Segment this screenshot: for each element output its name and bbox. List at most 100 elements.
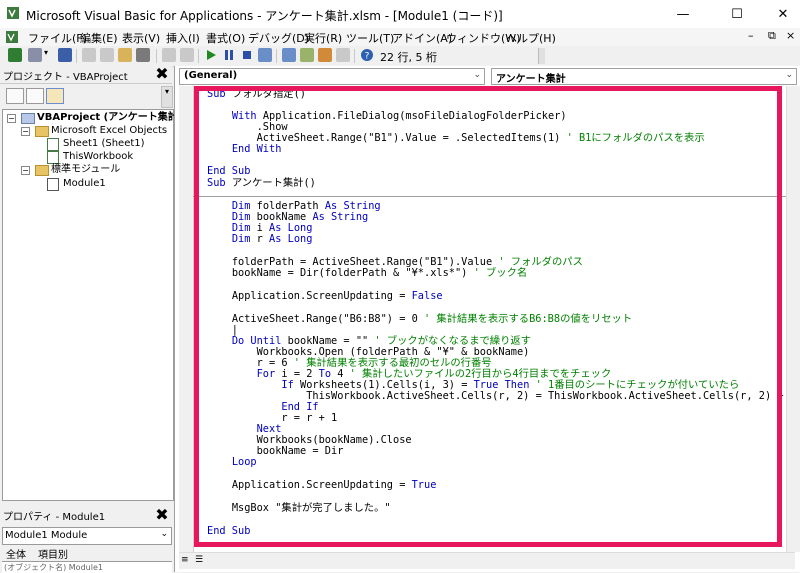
tab-alphabetic[interactable]: 全体 bbox=[6, 546, 26, 561]
undo-icon[interactable] bbox=[162, 48, 176, 62]
code-line: bookName = Dir(folderPath & "¥*.xls*") '… bbox=[231, 267, 528, 279]
maximize-button[interactable]: ☐ bbox=[714, 0, 760, 28]
tab-categorized[interactable]: 項目別 bbox=[38, 546, 68, 561]
properties-panel-close-icon[interactable]: ✖ bbox=[154, 507, 170, 523]
object-browser-icon[interactable] bbox=[318, 48, 332, 62]
tree-item-vbaproject[interactable]: VBAProject (アンケート集計.x bbox=[37, 111, 188, 124]
code-line: Application.ScreenUpdating = True bbox=[231, 479, 437, 491]
tree-item-module1[interactable]: Module1 bbox=[63, 177, 106, 190]
tree-item-standard-modules[interactable]: 標準モジュール bbox=[51, 163, 120, 176]
object-combo[interactable]: (General) ⌄ bbox=[179, 68, 485, 85]
code-line: Dim r As Long bbox=[231, 233, 313, 245]
properties-grid: (オブジェクト名) Module1 bbox=[2, 561, 172, 573]
full-module-view-icon[interactable]: ☰ bbox=[195, 555, 203, 565]
properties-panel-title: プロパティ - Module1 bbox=[3, 512, 106, 523]
toolbox-icon[interactable] bbox=[336, 48, 350, 62]
code-editor[interactable]: Sub フォルダ指定() With Application.FileDialog… bbox=[179, 86, 796, 552]
code-line: Sub フォルダ指定() bbox=[207, 88, 306, 100]
pause-icon[interactable] bbox=[222, 48, 236, 62]
minimize-button[interactable]: — bbox=[660, 0, 706, 28]
toolbar-separator bbox=[156, 49, 157, 63]
properties-panel-header: プロパティ - Module1 ✖ bbox=[0, 505, 172, 523]
tree-item-sheet1[interactable]: Sheet1 (Sheet1) bbox=[63, 137, 145, 150]
save-icon[interactable] bbox=[58, 48, 72, 62]
project-tree: − VBAProject (アンケート集計.x − Microsoft Exce… bbox=[2, 109, 188, 501]
menu-debug[interactable]: デバッグ(D) bbox=[248, 30, 309, 46]
procedure-view-icon[interactable]: ≡ bbox=[181, 555, 189, 565]
vertical-scrollbar[interactable] bbox=[786, 86, 800, 552]
mdi-minimize-button[interactable]: – bbox=[748, 29, 754, 42]
insert-userform-icon[interactable] bbox=[28, 48, 42, 62]
cursor-position: 22 行, 5 桁 bbox=[380, 51, 437, 64]
chevron-down-icon: ⌄ bbox=[160, 529, 168, 539]
project-panel-toolbar: ▾ bbox=[0, 84, 173, 108]
horizontal-scrollbar[interactable]: ≡ ☰ bbox=[179, 552, 795, 569]
project-panel-title: プロジェクト - VBAProject bbox=[3, 72, 128, 83]
vba-menu-icon[interactable] bbox=[6, 31, 18, 43]
find-icon[interactable] bbox=[136, 48, 150, 62]
menu-tools[interactable]: ツール(T) bbox=[346, 30, 394, 46]
excel-view-icon[interactable] bbox=[8, 48, 22, 62]
help-icon[interactable]: ? bbox=[360, 48, 374, 62]
toolbar-separator bbox=[198, 49, 199, 63]
menu-run[interactable]: 実行(R) bbox=[304, 30, 342, 46]
code-line: MsgBox "集計が完了しました。" bbox=[231, 502, 391, 514]
redo-icon[interactable] bbox=[180, 48, 194, 62]
collapse-icon[interactable]: − bbox=[21, 127, 30, 136]
menu-bar: ファイル(F) 編集(E) 表示(V) 挿入(I) 書式(O) デバッグ(D) … bbox=[0, 28, 800, 46]
tree-item-thisworkbook[interactable]: ThisWorkbook bbox=[63, 150, 133, 163]
title-bar: Microsoft Visual Basic for Applications … bbox=[0, 0, 800, 29]
properties-window-icon[interactable] bbox=[300, 48, 314, 62]
procedure-separator bbox=[193, 196, 789, 197]
menu-format[interactable]: 書式(O) bbox=[206, 30, 245, 46]
panel-scroll-icon[interactable]: ▾ bbox=[161, 86, 173, 108]
maximize-icon: ☐ bbox=[731, 6, 743, 22]
mdi-close-button[interactable]: × bbox=[786, 29, 795, 42]
copy-icon[interactable] bbox=[100, 48, 114, 62]
code-line: Application.ScreenUpdating = False bbox=[231, 290, 443, 302]
svg-text:?: ? bbox=[365, 52, 370, 62]
run-icon[interactable] bbox=[204, 48, 218, 62]
code-line: Sub アンケート集計() bbox=[207, 177, 316, 189]
procedure-combo[interactable]: アンケート集計 ⌄ bbox=[491, 68, 797, 85]
reset-icon[interactable] bbox=[240, 48, 254, 62]
toolbar-separator bbox=[354, 49, 355, 63]
code-line: ActiveSheet.Range("B1").Value = .Selecte… bbox=[256, 132, 705, 144]
cut-icon[interactable] bbox=[82, 48, 96, 62]
procedure-combo-value: アンケート集計 bbox=[496, 74, 566, 85]
folder-icon bbox=[35, 165, 49, 176]
code-line: End With bbox=[231, 143, 282, 155]
collapse-icon[interactable]: − bbox=[7, 114, 16, 123]
properties-grid-row[interactable]: (オブジェクト名) Module1 bbox=[4, 562, 164, 572]
properties-tabs: 全体 項目別 bbox=[2, 544, 172, 561]
toggle-folders-icon[interactable] bbox=[46, 88, 64, 104]
standard-toolbar: ▾ ? 22 行, 5 桁 bbox=[0, 46, 545, 67]
code-line: End Sub bbox=[207, 165, 251, 177]
toolbar-options-handle[interactable] bbox=[538, 48, 545, 64]
menu-help[interactable]: ヘルプ(H) bbox=[506, 30, 556, 46]
window-title: Microsoft Visual Basic for Applications … bbox=[26, 9, 503, 23]
mdi-restore-button[interactable]: ⧉ bbox=[768, 29, 776, 43]
view-object-icon[interactable] bbox=[26, 88, 44, 104]
sheet-icon bbox=[47, 138, 59, 151]
close-button[interactable]: ✕ bbox=[760, 0, 800, 28]
dropdown-arrow-icon[interactable]: ▾ bbox=[44, 48, 52, 62]
menu-insert[interactable]: 挿入(I) bbox=[166, 30, 200, 46]
paste-icon[interactable] bbox=[118, 48, 132, 62]
menu-view[interactable]: 表示(V) bbox=[122, 30, 160, 46]
project-icon bbox=[21, 113, 35, 124]
project-explorer-icon[interactable] bbox=[282, 48, 296, 62]
design-mode-icon[interactable] bbox=[258, 48, 272, 62]
menu-file[interactable]: ファイル(F) bbox=[28, 30, 87, 46]
view-code-icon[interactable] bbox=[6, 88, 24, 104]
menu-edit[interactable]: 編集(E) bbox=[80, 30, 118, 46]
collapse-icon[interactable]: − bbox=[21, 166, 30, 175]
properties-object-value: Module1 Module bbox=[5, 530, 88, 541]
properties-object-select[interactable]: Module1 Module ⌄ bbox=[2, 527, 172, 545]
close-icon: ✕ bbox=[777, 6, 789, 22]
menu-addins[interactable]: アドイン(A) bbox=[392, 30, 452, 46]
code-line: End Sub bbox=[207, 525, 251, 537]
tree-item-excel-objects[interactable]: Microsoft Excel Objects bbox=[51, 124, 167, 137]
object-combo-value: (General) bbox=[184, 70, 238, 81]
project-panel-close-icon[interactable]: ✖ bbox=[154, 66, 170, 82]
